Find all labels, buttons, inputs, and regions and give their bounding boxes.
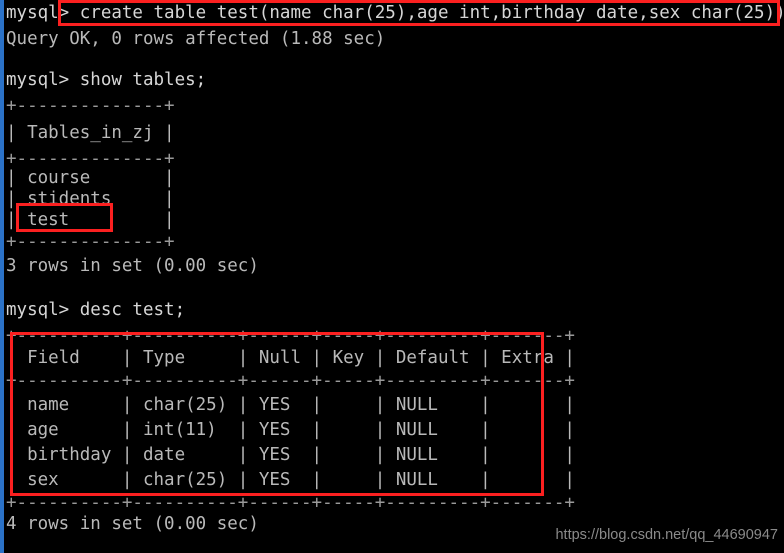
terminal-line-l17: +----------+----------+------+-----+----… bbox=[6, 371, 575, 391]
terminal-line-l22: +----------+----------+------+-----+----… bbox=[6, 493, 575, 513]
watermark-url: https://blog.csdn.net/qq_44690947 bbox=[555, 527, 778, 543]
terminal-line-l05: +--------------+ bbox=[6, 96, 175, 116]
terminal-window: mysql> create table test(name char(25),a… bbox=[0, 0, 784, 553]
terminal-line-l10: | test | bbox=[6, 210, 175, 230]
terminal-line-l21: | sex | char(25) | YES | | NULL | | bbox=[6, 470, 575, 490]
terminal-line-l18: | name | char(25) | YES | | NULL | | bbox=[6, 395, 575, 415]
terminal-line-l14: mysql> desc test; bbox=[6, 300, 186, 320]
terminal-line-l02: Query OK, 0 rows affected (1.88 sec) bbox=[6, 29, 386, 49]
terminal-line-l20: | birthday | date | YES | | NULL | | bbox=[6, 445, 575, 465]
terminal-line-l01: mysql> create table test(name char(25),a… bbox=[6, 3, 784, 23]
terminal-line-l23: 4 rows in set (0.00 sec) bbox=[6, 514, 259, 534]
terminal-line-l08: | course | bbox=[6, 168, 175, 188]
terminal-line-l09: | stidents | bbox=[6, 189, 175, 209]
terminal-line-l11: +--------------+ bbox=[6, 232, 175, 252]
terminal-output-area[interactable]: mysql> create table test(name char(25),a… bbox=[6, 0, 784, 553]
terminal-line-l15: +----------+----------+------+-----+----… bbox=[6, 326, 575, 346]
terminal-line-l06: | Tables_in_zj | bbox=[6, 123, 175, 143]
terminal-line-l04: mysql> show tables; bbox=[6, 70, 207, 90]
terminal-line-l16: | Field | Type | Null | Key | Default | … bbox=[6, 348, 575, 368]
terminal-line-l12: 3 rows in set (0.00 sec) bbox=[6, 256, 259, 276]
terminal-line-l19: | age | int(11) | YES | | NULL | | bbox=[6, 420, 575, 440]
